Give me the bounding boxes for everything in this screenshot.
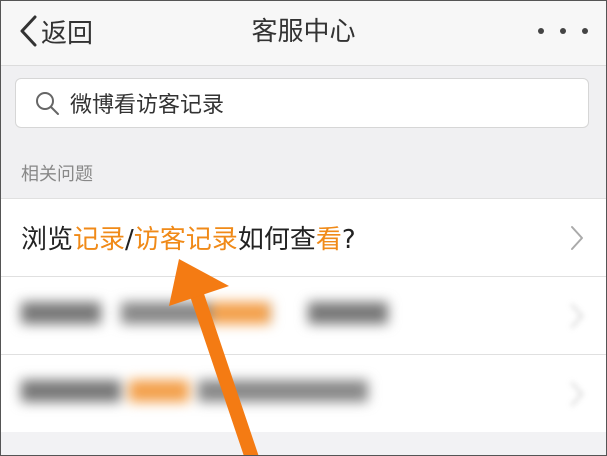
list-item[interactable]	[1, 354, 606, 432]
search-input[interactable]: 微博看访客记录	[15, 78, 589, 128]
question-label-blurred	[21, 375, 368, 405]
section-label: 相关问题	[21, 164, 93, 185]
question-label: 浏览记录/访客记录如何查看?	[21, 219, 356, 256]
list-item[interactable]: 浏览记录/访客记录如何查看?	[1, 198, 606, 276]
question-list: 浏览记录/访客记录如何查看?	[1, 198, 606, 432]
question-highlight-segment: 看	[315, 225, 342, 255]
navigation-bar: 返回 客服中心	[1, 1, 606, 66]
app-screen: 返回 客服中心 微博看访客记录 相关问题 浏览记录/访客记录如何查看?	[0, 0, 607, 456]
search-bar: 微博看访客记录	[1, 66, 606, 138]
more-dots-icon[interactable]	[538, 17, 588, 45]
chevron-right-icon	[571, 382, 583, 406]
question-label-blurred	[21, 297, 388, 327]
chevron-right-icon	[571, 304, 583, 328]
question-text-segment: /	[125, 225, 134, 255]
question-text-segment: 如何查	[237, 225, 316, 255]
list-item[interactable]	[1, 276, 606, 354]
question-highlight-segment: 记录	[73, 225, 126, 255]
question-text-segment: 浏览	[21, 225, 74, 255]
question-text-segment: ?	[341, 225, 356, 255]
chevron-right-icon	[571, 226, 583, 250]
search-icon	[36, 92, 59, 115]
search-query-text: 微博看访客记录	[70, 93, 225, 118]
question-highlight-segment: 访客记录	[133, 225, 238, 255]
section-header: 相关问题	[1, 138, 606, 198]
page-title: 客服中心	[251, 17, 356, 47]
